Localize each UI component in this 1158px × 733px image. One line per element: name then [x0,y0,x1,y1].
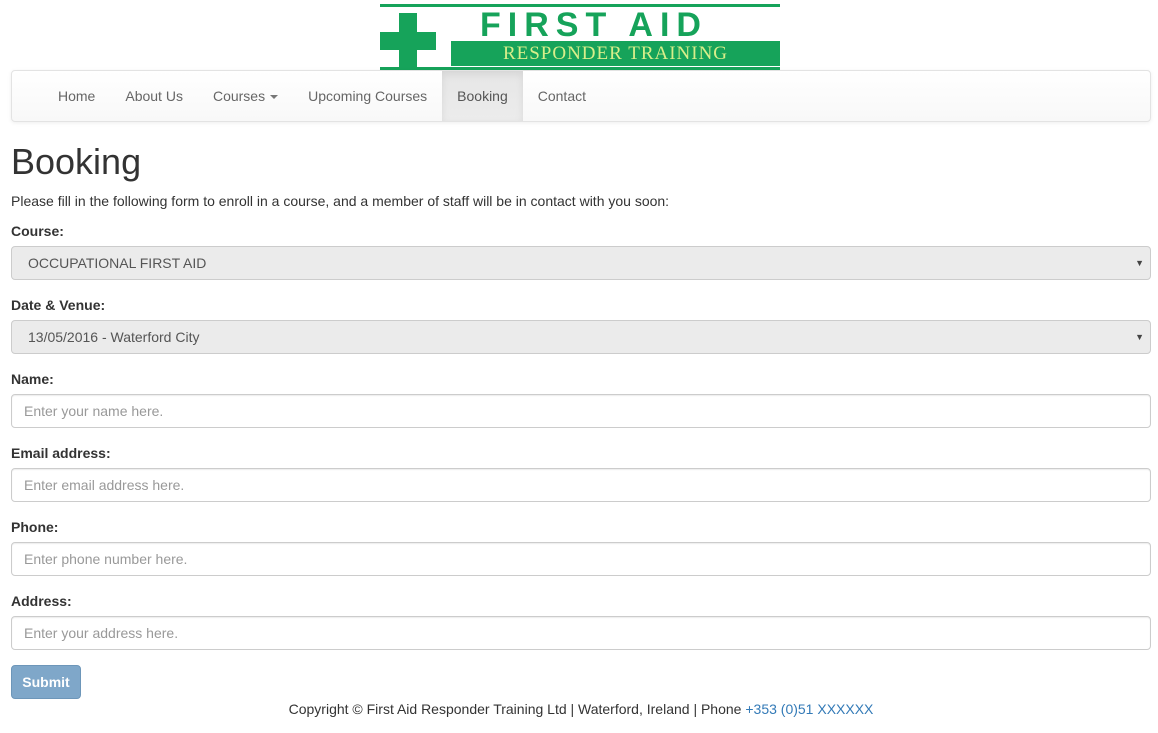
dropdown-arrow-icon: ▼ [1135,258,1144,268]
date-venue-label: Date & Venue: [11,297,106,313]
nav-item-courses-dropdown[interactable]: Courses [198,71,293,121]
address-label: Address: [11,593,72,609]
email-input[interactable] [11,468,1151,502]
intro-text: Please fill in the following form to enr… [11,193,670,209]
name-input[interactable] [11,394,1151,428]
nav-list: Home About Us Courses Upcoming Courses B… [43,71,601,121]
nav-item-booking[interactable]: Booking [442,71,523,121]
nav-item-home[interactable]: Home [43,71,110,121]
nav-item-label: About Us [125,88,183,104]
footer-copyright: Copyright © First Aid Responder Training… [288,701,742,717]
nav-item-upcoming-courses[interactable]: Upcoming Courses [293,71,442,121]
main-navbar: Home About Us Courses Upcoming Courses B… [11,70,1151,122]
name-label: Name: [11,371,54,387]
site-logo[interactable]: FIRST AID RESPONDER TRAINING [380,4,780,70]
dropdown-arrow-icon: ▼ [1135,332,1144,342]
green-cross-icon [380,13,436,69]
address-input[interactable] [11,616,1151,650]
nav-item-contact[interactable]: Contact [523,71,601,121]
nav-item-about-us[interactable]: About Us [110,71,198,121]
phone-input[interactable] [11,542,1151,576]
date-venue-select-value: 13/05/2016 - Waterford City [28,329,200,345]
course-label: Course: [11,223,64,239]
nav-item-label: Contact [537,88,586,104]
caret-down-icon [270,95,279,100]
nav-item-label: Courses [212,88,266,104]
course-select[interactable]: OCCUPATIONAL FIRST AID ▼ [11,246,1151,280]
submit-button[interactable]: Submit [11,665,81,699]
nav-item-label: Upcoming Courses [308,88,428,104]
footer: Copyright © First Aid Responder Training… [0,701,1158,717]
page-title: Booking [11,141,142,182]
date-venue-select[interactable]: 13/05/2016 - Waterford City ▼ [11,320,1151,354]
email-label: Email address: [11,445,111,461]
footer-phone-link[interactable]: +353 (0)51 XXXXXX [745,701,873,717]
logo-subtitle: RESPONDER TRAINING [451,41,780,66]
nav-item-label: Booking [457,88,508,104]
course-select-value: OCCUPATIONAL FIRST AID [28,255,207,271]
logo-title: FIRST AID [480,6,708,44]
phone-label: Phone: [11,519,59,535]
nav-item-label: Home [58,88,96,104]
